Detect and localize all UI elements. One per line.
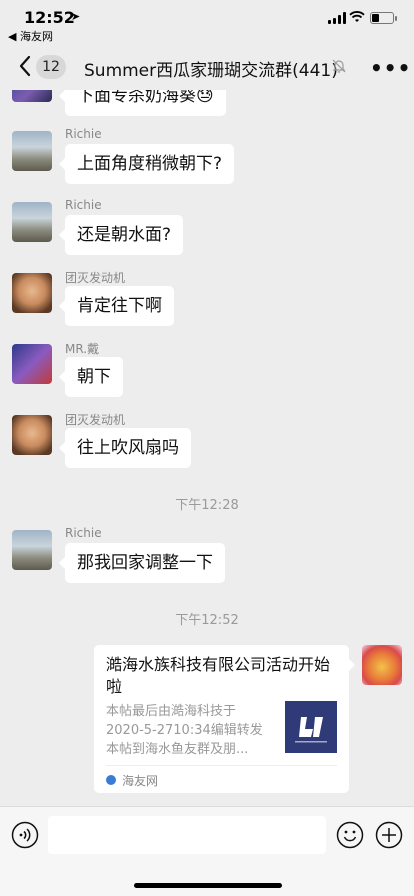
location-arrow-icon: ➤ — [71, 10, 81, 23]
emoji-icon[interactable] — [336, 821, 364, 849]
unread-count-badge[interactable]: 12 — [36, 55, 66, 79]
link-card-source: 海友网 — [122, 774, 159, 788]
message-bubble[interactable]: 下面专杀奶海葵😓 — [59, 90, 226, 116]
avatar[interactable] — [12, 202, 52, 242]
battery-icon — [370, 12, 397, 24]
sender-name: Richie — [65, 127, 102, 141]
group-title: Summer西瓜家珊瑚交流群(441) — [84, 61, 338, 81]
link-card-divider — [106, 765, 337, 766]
avatar[interactable] — [12, 530, 52, 570]
brand-logo-icon — [295, 717, 327, 743]
voice-input-icon[interactable] — [11, 821, 39, 849]
avatar[interactable] — [12, 273, 52, 313]
shared-link-card[interactable]: 澔海水族科技有限公司活动开始啦 本帖最后由澔海科技于 2020-5-2710:3… — [94, 645, 355, 793]
home-indicator[interactable] — [134, 883, 282, 888]
sender-name: Richie — [65, 526, 102, 540]
chat-header: 12 Summer西瓜家珊瑚交流群(441) ••• — [0, 44, 414, 90]
more-options-icon[interactable]: ••• — [370, 56, 411, 80]
message-input-bar — [0, 806, 414, 896]
status-bar: 12:52 ➤ ◀ 海友网 — [0, 0, 414, 44]
my-avatar[interactable] — [362, 645, 402, 685]
status-time: 12:52 — [24, 8, 75, 27]
avatar[interactable] — [12, 131, 52, 171]
avatar[interactable] — [12, 344, 52, 384]
link-card-title: 澔海水族科技有限公司活动开始啦 — [106, 655, 331, 696]
link-card-thumbnail — [285, 701, 337, 753]
message-text-input[interactable] — [48, 816, 326, 854]
more-functions-plus-icon[interactable] — [375, 821, 403, 849]
back-to-app-link[interactable]: ◀ 海友网 — [8, 28, 53, 44]
mute-bell-icon — [332, 59, 346, 73]
message-bubble[interactable]: 上面角度稍微朝下? — [58, 144, 235, 184]
timestamp: 下午12:28 — [175, 498, 239, 513]
sender-name: 团灭发动机 — [65, 271, 126, 285]
sender-name: Richie — [65, 198, 102, 212]
link-card-description: 本帖最后由澔海科技于 2020-5-2710:34编辑转发 本帖到海水鱼友群及朋… — [106, 702, 282, 759]
link-card-desc-line: 本帖到海水鱼友群及朋... — [106, 742, 249, 757]
avatar[interactable] — [12, 90, 52, 102]
message-list[interactable]: 下面专杀奶海葵😓 Richie 上面角度稍微朝下? Richie 还是朝水面? … — [0, 90, 414, 806]
message-bubble[interactable]: 肯定往下啊 — [59, 286, 174, 326]
avatar[interactable] — [12, 415, 52, 455]
sender-name: MR.戴 — [65, 342, 100, 356]
timestamp: 下午12:52 — [175, 613, 239, 628]
message-bubble[interactable]: 那我回家调整一下 — [59, 543, 225, 583]
back-chevron-icon[interactable] — [16, 54, 34, 78]
message-bubble[interactable]: 还是朝水面? — [58, 215, 184, 255]
source-app-icon — [106, 775, 116, 785]
link-card-desc-line: 2020-5-2710:34编辑转发 — [106, 723, 263, 738]
link-card-desc-line: 本帖最后由澔海科技于 — [106, 704, 237, 719]
message-bubble[interactable]: 往上吹风扇吗 — [59, 428, 191, 468]
message-bubble[interactable]: 朝下 — [59, 357, 123, 397]
sender-name: 团灭发动机 — [65, 413, 126, 427]
wifi-icon — [349, 11, 365, 22]
cellular-signal-icon — [328, 12, 346, 24]
